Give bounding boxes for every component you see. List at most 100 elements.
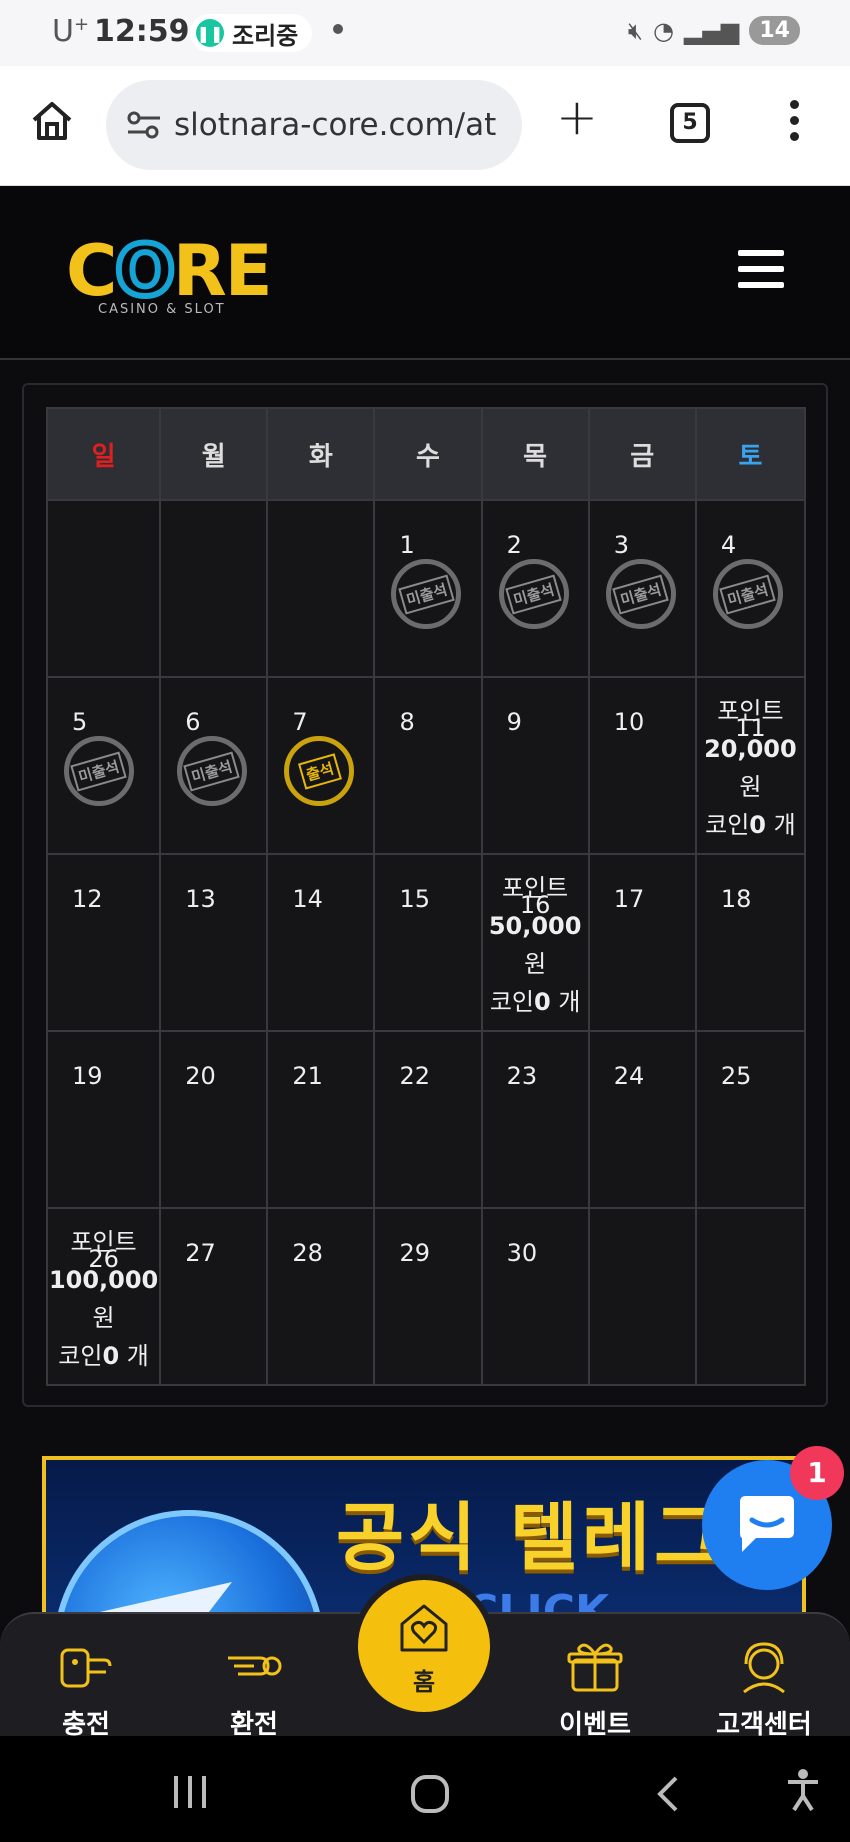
absent-stamp-icon: 미출석 bbox=[712, 559, 783, 629]
nav-event[interactable]: 이벤트 bbox=[535, 1614, 655, 1741]
present-stamp-icon: 출석 bbox=[284, 736, 355, 806]
android-navigation-bar bbox=[0, 1736, 850, 1842]
day-number: 22 bbox=[399, 1062, 430, 1090]
calendar-day-cell[interactable]: 15 bbox=[373, 853, 483, 1032]
reward-unit: 원 bbox=[739, 773, 762, 801]
calendar-day-cell[interactable]: 10 bbox=[587, 676, 697, 855]
day-number: 7 bbox=[292, 708, 308, 736]
site-settings-icon[interactable] bbox=[124, 110, 164, 140]
absent-stamp-icon: 미출석 bbox=[498, 559, 569, 629]
calendar-day-cell[interactable]: 6 미출석 bbox=[159, 676, 269, 855]
day-number: 18 bbox=[720, 885, 752, 913]
url-text: slotnara-core.com/at bbox=[174, 107, 497, 143]
calendar-empty-cell bbox=[45, 499, 162, 678]
new-tab-button[interactable]: + bbox=[556, 92, 598, 142]
day-number: 19 bbox=[72, 1062, 103, 1090]
day-number: 29 bbox=[399, 1239, 430, 1267]
calendar-day-cell[interactable]: 9 bbox=[480, 676, 590, 855]
absent-stamp-icon: 미출석 bbox=[605, 559, 676, 629]
status-bar: U+ 12:59 ❚❚ 조리중 🔇︎ ◔ ▂▄▆ 14 bbox=[0, 0, 850, 66]
weekday-monday: 월 bbox=[159, 407, 269, 501]
calendar-day-cell[interactable]: 19 bbox=[45, 1030, 162, 1209]
day-number: 26 bbox=[88, 1245, 119, 1273]
calendar-day-cell[interactable]: 25 bbox=[694, 1030, 807, 1209]
calendar-day-cell[interactable]: 1 미출석 bbox=[373, 499, 483, 678]
day-number: 10 bbox=[613, 708, 645, 736]
accessibility-icon[interactable] bbox=[786, 1768, 820, 1812]
day-number: 8 bbox=[399, 708, 415, 736]
calendar-day-cell[interactable]: 20 bbox=[159, 1030, 269, 1209]
reward-unit: 원 bbox=[92, 1304, 115, 1332]
more-menu-icon[interactable] bbox=[790, 100, 802, 148]
chat-bubble-icon bbox=[740, 1496, 794, 1552]
clock: 12:59 bbox=[94, 14, 190, 49]
weekday-thursday: 목 bbox=[480, 407, 590, 501]
reward-unit: 원 bbox=[524, 950, 547, 978]
calendar-day-cell[interactable]: 28 bbox=[266, 1207, 376, 1386]
calendar-week-row: 19 20 21 22 23 24 25 bbox=[45, 1030, 807, 1209]
calendar-day-cell[interactable]: 18 bbox=[694, 853, 807, 1032]
calendar-day-cell[interactable]: 3 미출석 bbox=[587, 499, 697, 678]
weekday-saturday: 토 bbox=[694, 407, 807, 501]
day-number: 23 bbox=[506, 1062, 538, 1090]
calendar-day-cell[interactable]: 22 bbox=[373, 1030, 483, 1209]
back-icon[interactable] bbox=[652, 1774, 682, 1814]
charge-icon bbox=[60, 1648, 112, 1688]
calendar-day-cell[interactable]: 12 bbox=[45, 853, 162, 1032]
day-number: 17 bbox=[613, 885, 645, 913]
chat-unread-badge: 1 bbox=[790, 1446, 844, 1500]
absent-stamp-icon: 미출석 bbox=[391, 559, 462, 629]
nav-support[interactable]: 고객센터 bbox=[704, 1614, 824, 1741]
calendar-day-cell[interactable]: 포인트 20,000 원 코인0 개 11 bbox=[694, 676, 807, 855]
day-number: 27 bbox=[185, 1239, 216, 1267]
nav-home-button[interactable]: 홈 bbox=[358, 1580, 490, 1712]
address-bar[interactable]: slotnara-core.com/at bbox=[106, 80, 522, 170]
home-icon[interactable] bbox=[30, 98, 74, 142]
day-number: 11 bbox=[735, 714, 766, 742]
calendar-grid: 일 월 화 수 목 금 토 1 미출석 2 미출석 3 미출석 4 미출석 5 미출석 6 미출석 7 출… bbox=[45, 407, 807, 1386]
core-logo[interactable]: CORE CASINO & SLOT bbox=[66, 233, 273, 317]
day-number: 20 bbox=[185, 1062, 216, 1090]
tab-switcher-button[interactable]: 5 bbox=[670, 103, 710, 143]
calendar-day-cell[interactable]: 2 미출석 bbox=[480, 499, 590, 678]
calendar-day-cell[interactable]: 17 bbox=[587, 853, 697, 1032]
calendar-day-cell[interactable]: 13 bbox=[159, 853, 269, 1032]
calendar-day-cell[interactable]: 7 출석 bbox=[266, 676, 376, 855]
calendar-empty-cell bbox=[587, 1207, 697, 1386]
gift-icon bbox=[567, 1643, 623, 1692]
recent-apps-icon[interactable] bbox=[170, 1774, 210, 1810]
signal-icon: ▂▄▆ bbox=[684, 16, 740, 45]
day-number: 4 bbox=[720, 531, 737, 559]
day-number: 5 bbox=[72, 708, 88, 736]
nav-charge[interactable]: 충전 bbox=[26, 1614, 146, 1741]
calendar-empty-cell bbox=[266, 499, 376, 678]
nav-exchange[interactable]: 환전 bbox=[194, 1614, 314, 1741]
pause-icon: ❚❚ bbox=[196, 19, 224, 47]
day-number: 16 bbox=[519, 891, 551, 919]
absent-stamp-icon: 미출석 bbox=[64, 736, 134, 806]
calendar-day-cell[interactable]: 23 bbox=[480, 1030, 590, 1209]
calendar-week-row: 12 13 14 15 포인트 50,000 원 코인0 개 16 17 18 bbox=[45, 853, 807, 1032]
day-number: 28 bbox=[292, 1239, 323, 1267]
calendar-day-cell[interactable]: 8 bbox=[373, 676, 483, 855]
calendar-day-cell[interactable]: 14 bbox=[266, 853, 376, 1032]
coin-info: 코인0 개 bbox=[705, 811, 796, 839]
coin-info: 코인0 개 bbox=[489, 988, 581, 1016]
exchange-icon bbox=[228, 1656, 282, 1676]
calendar-week-row: 포인트 100,000 원 코인0 개 26 27 28 29 30 bbox=[45, 1207, 807, 1386]
weekday-wednesday: 수 bbox=[373, 407, 483, 501]
day-number: 12 bbox=[72, 885, 103, 913]
calendar-day-cell[interactable]: 30 bbox=[480, 1207, 590, 1386]
hamburger-menu-icon[interactable] bbox=[738, 250, 784, 298]
calendar-day-cell[interactable]: 24 bbox=[587, 1030, 697, 1209]
calendar-day-cell[interactable]: 27 bbox=[159, 1207, 269, 1386]
absent-stamp-icon: 미출석 bbox=[177, 736, 248, 806]
calendar-empty-cell bbox=[159, 499, 269, 678]
calendar-day-cell[interactable]: 4 미출석 bbox=[694, 499, 807, 678]
calendar-day-cell[interactable]: 21 bbox=[266, 1030, 376, 1209]
calendar-day-cell[interactable]: 포인트 100,000 원 코인0 개 26 bbox=[45, 1207, 162, 1386]
calendar-day-cell[interactable]: 29 bbox=[373, 1207, 483, 1386]
home-circle-icon[interactable] bbox=[410, 1774, 450, 1814]
calendar-day-cell[interactable]: 5 미출석 bbox=[45, 676, 162, 855]
calendar-day-cell[interactable]: 포인트 50,000 원 코인0 개 16 bbox=[480, 853, 590, 1032]
